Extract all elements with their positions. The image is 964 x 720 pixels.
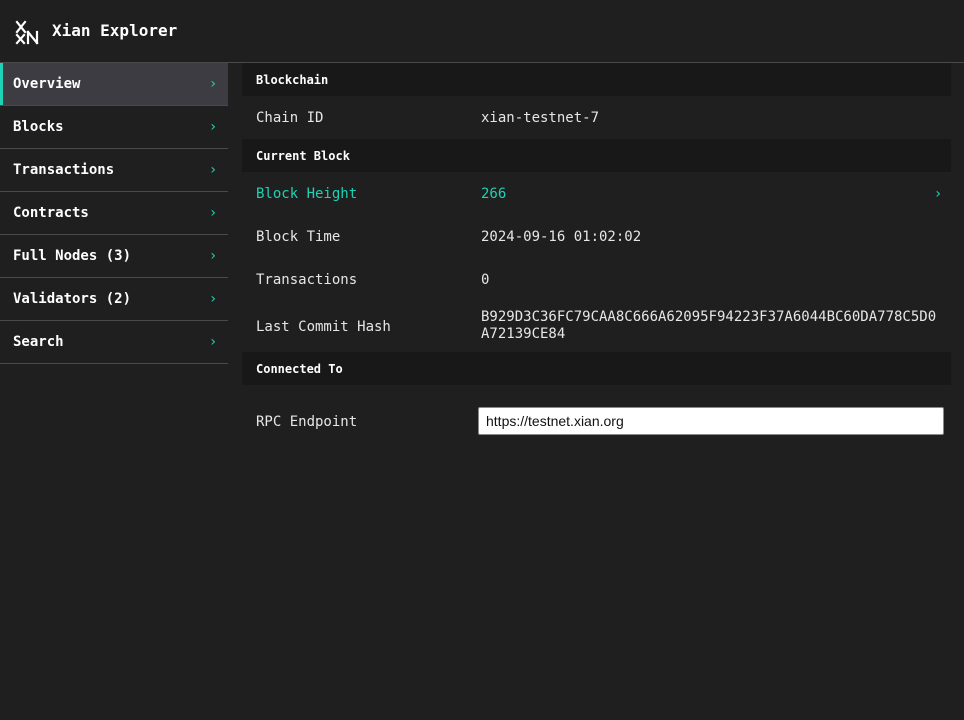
overview-panel: Blockchain Chain ID xian-testnet-7 Curre… [242,63,951,455]
sidebar-item-label: Validators (2) [13,291,132,307]
section-title: Connected To [256,362,343,376]
last-commit-hash-row: Last Commit Hash B929D3C36FC79CAA8C666A6… [242,301,951,352]
chevron-right-icon: › [210,205,216,221]
chain-id-row: Chain ID xian-testnet-7 [242,96,951,139]
sidebar-item-label: Transactions [13,162,115,178]
sidebar-item-label: Search [13,334,64,350]
section-header-connected-to: Connected To [242,352,951,385]
chain-id-value: xian-testnet-7 [481,110,600,126]
sidebar-item-label: Contracts [13,205,89,221]
app-title: Xian Explorer [52,21,178,40]
transactions-value: 0 [481,272,490,288]
chain-id-label: Chain ID [256,110,324,126]
sidebar-item-contracts[interactable]: Contracts › [0,192,228,235]
chevron-right-icon: › [210,76,216,92]
chevron-right-icon: › [210,119,216,135]
sidebar-item-label: Overview [13,76,81,92]
sidebar-item-blocks[interactable]: Blocks › [0,106,228,149]
section-header-blockchain: Blockchain [242,63,951,96]
block-time-row: Block Time 2024-09-16 01:02:02 [242,215,951,258]
rpc-endpoint-input[interactable] [478,407,944,435]
chevron-right-icon: › [210,248,216,264]
transactions-label: Transactions [256,272,358,288]
section-title: Blockchain [256,73,329,87]
chevron-right-icon: › [935,186,941,202]
sidebar-item-label: Full Nodes (3) [13,248,132,264]
xian-logo-icon[interactable] [14,19,40,45]
block-time-label: Block Time [256,229,341,245]
sidebar-item-label: Blocks [13,119,64,135]
section-title: Current Block [256,149,350,163]
chevron-right-icon: › [210,162,216,178]
chevron-right-icon: › [210,291,216,307]
top-header: Xian Explorer [0,0,964,63]
sidebar-item-transactions[interactable]: Transactions › [0,149,228,192]
transactions-row: Transactions 0 [242,258,951,301]
sidebar-nav: Overview › Blocks › Transactions › Contr… [0,63,228,364]
rpc-endpoint-row: RPC Endpoint [242,385,951,455]
sidebar-item-overview[interactable]: Overview › [0,63,228,106]
rpc-endpoint-label: RPC Endpoint [256,414,358,430]
section-header-current-block: Current Block [242,139,951,172]
block-height-value: 266 [481,186,507,202]
sidebar-item-full-nodes[interactable]: Full Nodes (3) › [0,235,228,278]
block-time-value: 2024-09-16 01:02:02 [481,229,642,245]
sidebar-item-search[interactable]: Search › [0,321,228,364]
chevron-right-icon: › [210,334,216,350]
block-height-label: Block Height [256,186,358,202]
block-height-row[interactable]: Block Height 266 › [242,172,951,215]
last-commit-hash-value: B929D3C36FC79CAA8C666A62095F94223F37A604… [481,309,937,342]
app-window: Xian Explorer Overview › Blocks › Transa… [0,0,964,720]
last-commit-hash-label: Last Commit Hash [256,319,391,335]
sidebar-item-validators[interactable]: Validators (2) › [0,278,228,321]
